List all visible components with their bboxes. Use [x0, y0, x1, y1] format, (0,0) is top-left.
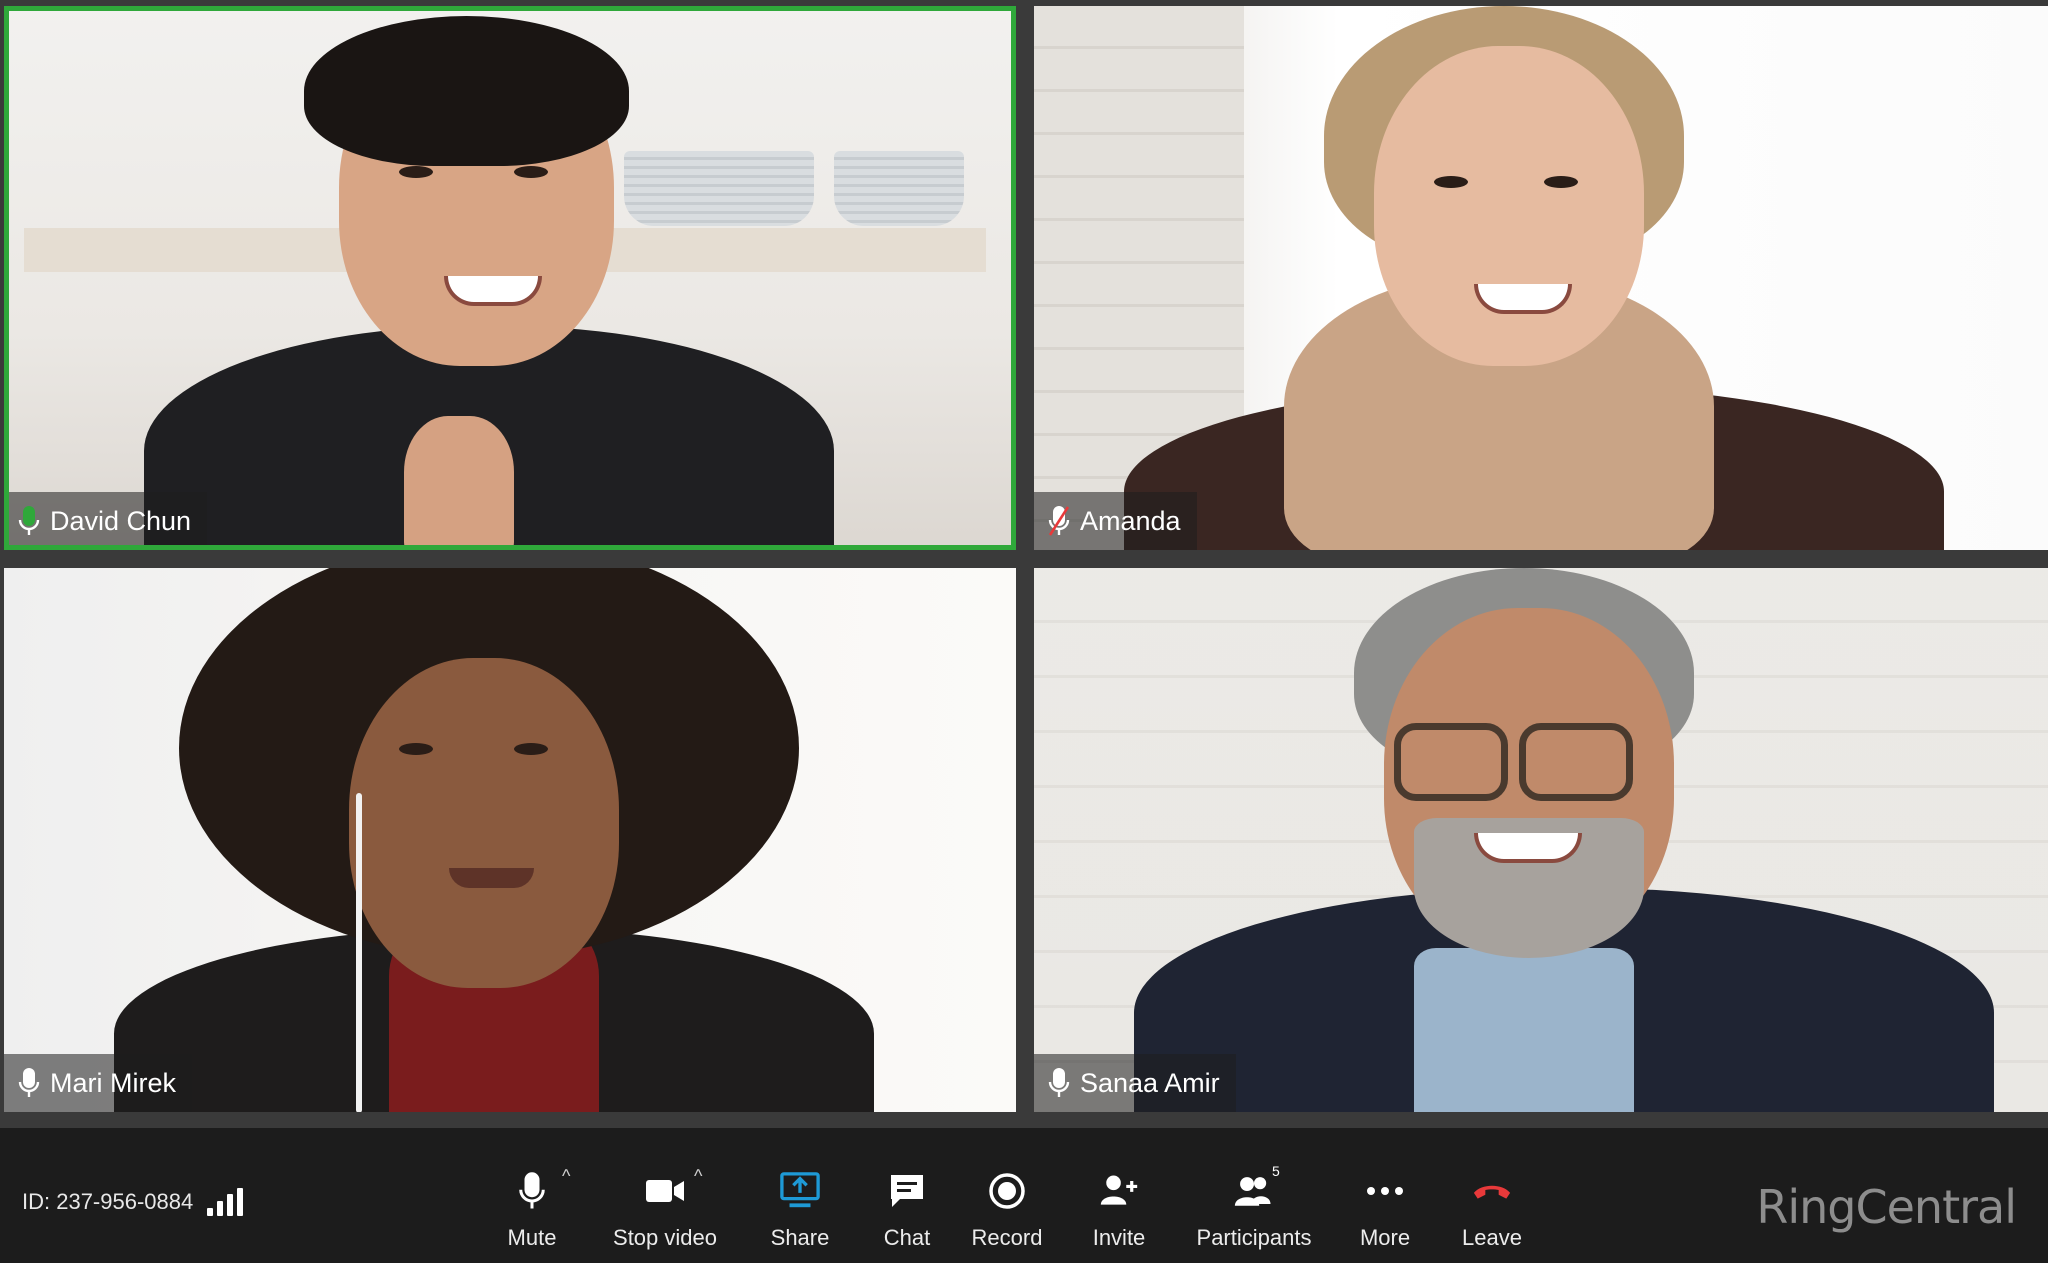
- video-options-caret[interactable]: ^: [694, 1166, 702, 1187]
- video-grid: David Chun Amanda Mari Mirek Sanaa Amir: [0, 0, 2048, 1128]
- background-plates: [624, 151, 814, 226]
- participants-icon: [1234, 1171, 1274, 1211]
- leave-button[interactable]: Leave: [1436, 1128, 1548, 1263]
- invite-button[interactable]: Invite: [1064, 1128, 1174, 1263]
- meeting-id-text: ID: 237-956-0884: [22, 1189, 194, 1214]
- microphone-muted-icon: [1048, 506, 1070, 536]
- stop-video-label: Stop video: [613, 1225, 717, 1250]
- meeting-toolbar: ID: 237-956-0884 ^ Mute ^ Stop video Sha…: [0, 1128, 2048, 1263]
- microphone-icon: [1048, 1068, 1070, 1097]
- background-bowls: [834, 151, 964, 226]
- participants-button[interactable]: 5 Participants: [1174, 1128, 1334, 1263]
- share-label: Share: [770, 1225, 830, 1250]
- invite-label: Invite: [1092, 1225, 1146, 1250]
- video-tile-mari-mirek[interactable]: Mari Mirek: [4, 568, 1016, 1112]
- name-tag: Mari Mirek: [4, 1054, 192, 1112]
- participants-count-badge: 5: [1272, 1163, 1280, 1179]
- more-dots-icon: [1365, 1171, 1405, 1211]
- mute-button[interactable]: ^ Mute: [470, 1128, 594, 1263]
- participants-label: Participants: [1196, 1225, 1312, 1250]
- stop-video-button[interactable]: ^ Stop video: [594, 1128, 736, 1263]
- chat-bubble-icon: [887, 1171, 927, 1211]
- signal-bars-icon: [207, 1188, 244, 1216]
- participant-name: Sanaa Amir: [1080, 1067, 1220, 1098]
- microphone-active-icon: [18, 506, 40, 535]
- video-tile-david-chun[interactable]: David Chun: [4, 6, 1016, 550]
- leave-label: Leave: [1462, 1225, 1522, 1250]
- chat-label: Chat: [883, 1225, 931, 1250]
- video-tile-sanaa-amir[interactable]: Sanaa Amir: [1034, 568, 2048, 1112]
- share-button[interactable]: Share: [736, 1128, 864, 1263]
- video-camera-icon: [645, 1171, 685, 1211]
- video-tile-amanda[interactable]: Amanda: [1034, 6, 2048, 550]
- mute-options-caret[interactable]: ^: [562, 1166, 570, 1187]
- toolbar-controls: ^ Mute ^ Stop video Share Chat Record In…: [470, 1128, 1548, 1263]
- share-screen-icon: [780, 1171, 820, 1211]
- microphone-icon: [18, 1068, 40, 1097]
- add-person-icon: [1099, 1171, 1139, 1211]
- name-tag: Sanaa Amir: [1034, 1054, 1236, 1112]
- name-tag: David Chun: [4, 492, 208, 550]
- ringcentral-logo: RingCentral: [1756, 1180, 2017, 1234]
- participant-name: Mari Mirek: [50, 1067, 176, 1098]
- name-tag: Amanda: [1034, 492, 1197, 550]
- participant-name: David Chun: [50, 505, 192, 536]
- more-button[interactable]: More: [1334, 1128, 1436, 1263]
- mute-label: Mute: [507, 1225, 557, 1250]
- meeting-id: ID: 237-956-0884: [22, 1188, 244, 1216]
- chat-button[interactable]: Chat: [864, 1128, 950, 1263]
- hang-up-phone-icon: [1472, 1171, 1512, 1211]
- participant-name: Amanda: [1080, 505, 1181, 536]
- record-label: Record: [971, 1225, 1043, 1250]
- record-button[interactable]: Record: [950, 1128, 1064, 1263]
- record-icon: [987, 1171, 1027, 1211]
- more-label: More: [1359, 1225, 1411, 1250]
- microphone-icon: [512, 1171, 552, 1211]
